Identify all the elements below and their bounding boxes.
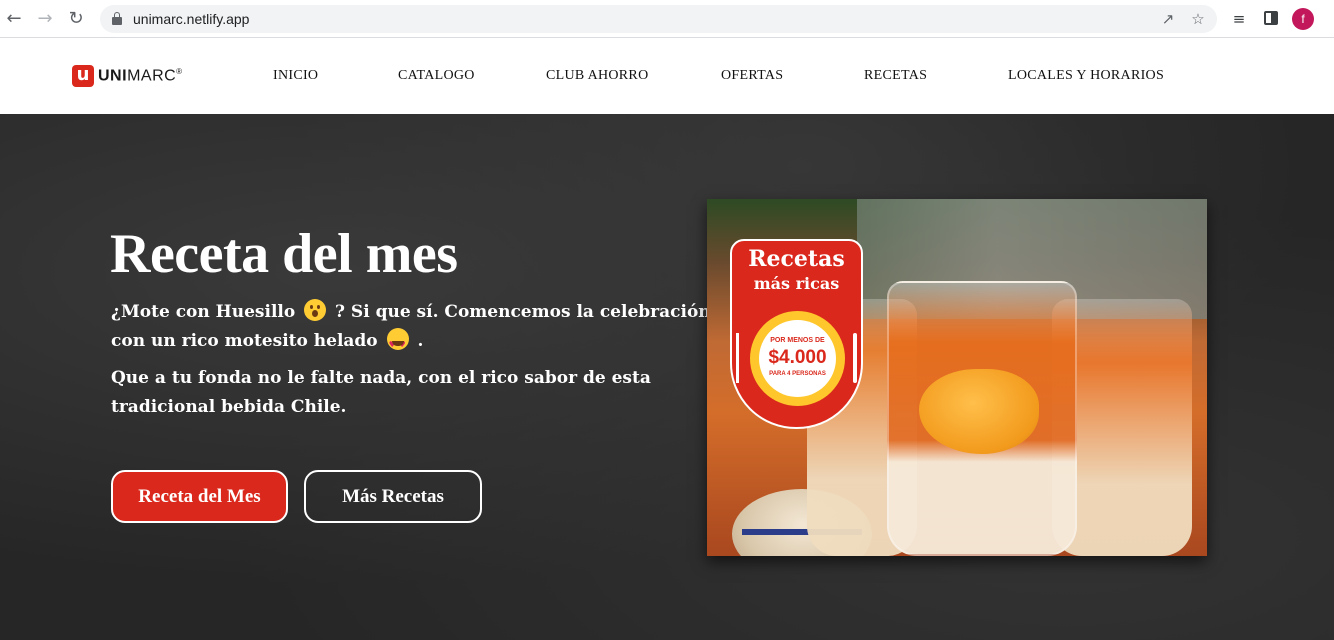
hero-description-line-1: ¿Mote con Huesillo ? Si que sí. Comencem… <box>111 298 711 327</box>
lock-icon[interactable] <box>112 12 122 25</box>
back-icon[interactable]: ← <box>4 9 24 29</box>
logo-mark-icon: u <box>72 65 94 87</box>
badge-subtitle: más ricas <box>753 274 840 293</box>
badge-title: Recetas <box>748 246 845 272</box>
reload-icon[interactable]: ↻ <box>66 9 86 29</box>
url-text[interactable]: unimarc.netlify.app <box>133 11 249 27</box>
address-bar[interactable]: unimarc.netlify.app ↗ ☆ <box>100 5 1217 33</box>
profile-avatar[interactable]: f <box>1292 8 1314 30</box>
logo-wordmark: UNIMARC® <box>98 66 183 85</box>
hero-section: Receta del mes ¿Mote con Huesillo ? Si q… <box>0 114 1334 640</box>
price-plate: POR MENOS DE $4.000 PARA 4 PERSONAS <box>750 311 845 406</box>
fork-icon <box>736 333 739 383</box>
nav-link-club-ahorro[interactable]: CLUB AHORRO <box>546 68 648 84</box>
site-header: u UNIMARC® INICIO CATALOGO CLUB AHORRO O… <box>0 38 1334 114</box>
knife-icon <box>853 333 857 383</box>
heart-eyes-emoji-icon <box>386 328 409 359</box>
unimarc-logo[interactable]: u UNIMARC® <box>72 64 183 88</box>
recetas-badge: Recetas más ricas POR MENOS DE $4.000 PA… <box>730 239 863 429</box>
hero-title: Receta del mes <box>110 223 458 285</box>
nav-link-recetas[interactable]: RECETAS <box>864 68 927 84</box>
mas-recetas-button[interactable]: Más Recetas <box>304 470 482 523</box>
hero-description-line-4: tradicional bebida Chile. <box>111 397 347 417</box>
browser-toolbar: ← → ↻ unimarc.netlify.app ↗ ☆ ≡ f <box>0 0 1334 38</box>
price-suffix: PARA 4 PERSONAS <box>769 371 826 377</box>
price-value: $4.000 <box>768 347 827 368</box>
share-icon[interactable]: ↗ <box>1158 9 1178 29</box>
side-panel-icon[interactable] <box>1264 11 1278 25</box>
surprised-face-emoji-icon <box>304 299 327 321</box>
media-playlist-icon[interactable]: ≡ <box>1229 9 1249 29</box>
nav-link-catalogo[interactable]: CATALOGO <box>398 68 475 84</box>
bookmark-star-icon[interactable]: ☆ <box>1188 9 1208 29</box>
hero-description-line-2: con un rico motesito helado . <box>111 327 671 359</box>
recipe-image: Recetas más ricas POR MENOS DE $4.000 PA… <box>707 199 1207 556</box>
nav-link-inicio[interactable]: INICIO <box>273 68 318 84</box>
nav-link-ofertas[interactable]: OFERTAS <box>721 68 783 84</box>
price-prefix: POR MENOS DE <box>770 337 825 344</box>
nav-link-locales-horarios[interactable]: LOCALES Y HORARIOS <box>1008 68 1164 84</box>
huesillo-peach <box>919 369 1039 454</box>
receta-del-mes-button[interactable]: Receta del Mes <box>111 470 288 523</box>
hero-description-line-3: Que a tu fonda no le falte nada, con el … <box>111 368 651 388</box>
forward-icon[interactable]: → <box>35 9 55 29</box>
